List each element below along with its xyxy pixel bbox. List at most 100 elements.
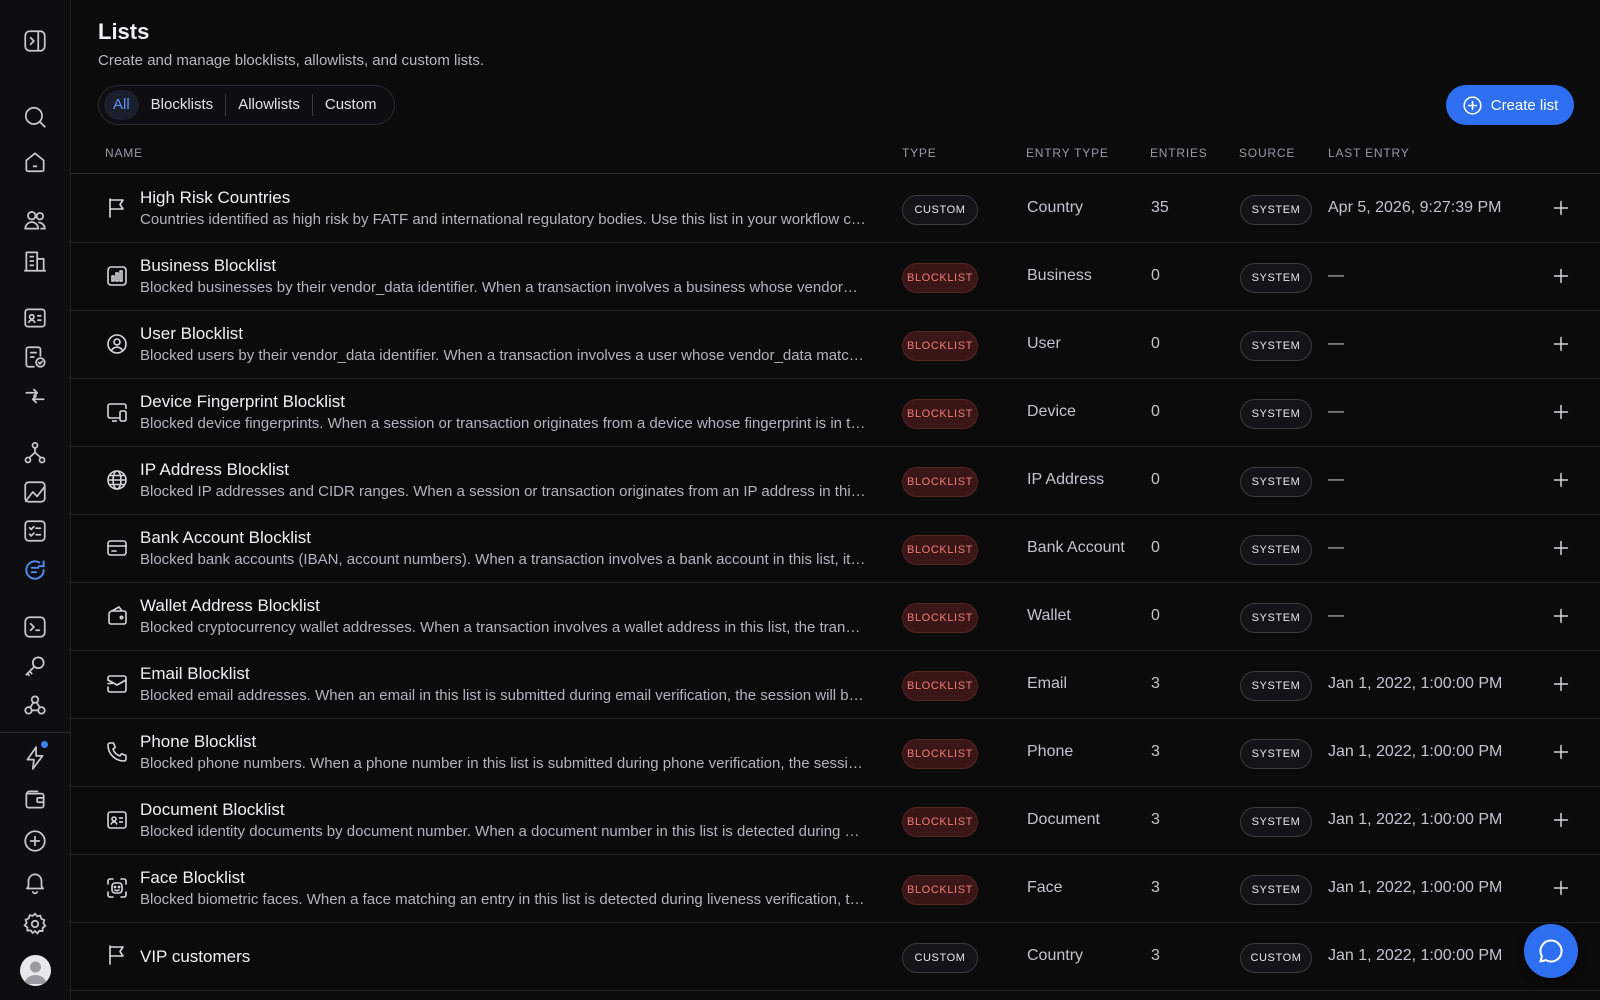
- list-name[interactable]: Face Blocklist: [140, 868, 245, 888]
- list-name[interactable]: Device Fingerprint Blocklist: [140, 392, 345, 412]
- transfer-arrows-icon[interactable]: [22, 383, 48, 409]
- list-filter-tabs: All Blocklists Allowlists Custom: [98, 85, 395, 125]
- last-entry: —: [1328, 539, 1344, 556]
- entry-type: Country: [1027, 199, 1084, 216]
- list-name[interactable]: Phone Blocklist: [140, 732, 256, 752]
- sidebar-toggle-icon[interactable]: [22, 28, 48, 54]
- source-badge: SYSTEM: [1240, 603, 1312, 633]
- column-header-entry-type[interactable]: ENTRY TYPE: [1026, 146, 1109, 160]
- entry-type: Document: [1027, 811, 1100, 828]
- last-entry: —: [1328, 267, 1344, 284]
- key-icon[interactable]: [22, 653, 48, 679]
- add-entry-icon[interactable]: [1550, 537, 1572, 559]
- add-entry-icon[interactable]: [1550, 197, 1572, 219]
- filter-tab-custom[interactable]: Custom: [313, 90, 389, 120]
- table-row[interactable]: High Risk Countries Countries identified …: [71, 175, 1600, 243]
- chat-button[interactable]: [1524, 924, 1578, 978]
- table-row[interactable]: VIP customers CUSTOM Country 3 CUSTOM Jan 1, …: [71, 923, 1600, 991]
- table-row[interactable]: Bank Account Blocklist Blocked bank accou…: [71, 515, 1600, 583]
- checklist-icon[interactable]: [22, 518, 48, 544]
- list-name[interactable]: Wallet Address Blocklist: [140, 596, 320, 616]
- search-icon[interactable]: [22, 104, 48, 130]
- avatar[interactable]: [20, 955, 51, 986]
- entry-type: Face: [1027, 879, 1063, 896]
- last-entry: Jan 1, 2022, 1:00:00 PM: [1328, 947, 1503, 964]
- wallet-icon[interactable]: [22, 786, 48, 812]
- add-entry-icon[interactable]: [1550, 673, 1572, 695]
- list-name[interactable]: Email Blocklist: [140, 664, 250, 684]
- entry-type: IP Address: [1027, 471, 1105, 488]
- notification-dot: [40, 740, 49, 749]
- entry-type: Email: [1027, 675, 1068, 692]
- gear-icon[interactable]: [22, 911, 48, 937]
- terminal-icon[interactable]: [22, 614, 48, 640]
- create-list-button[interactable]: Create list: [1446, 85, 1574, 125]
- list-name[interactable]: IP Address Blocklist: [140, 460, 289, 480]
- add-entry-icon[interactable]: [1550, 469, 1572, 491]
- column-header-last-entry[interactable]: LAST ENTRY: [1328, 146, 1410, 160]
- plus-circle-icon[interactable]: [22, 828, 48, 854]
- list-name[interactable]: User Blocklist: [140, 324, 243, 344]
- add-entry-icon[interactable]: [1550, 741, 1572, 763]
- entries-count: 0: [1151, 267, 1160, 284]
- user-circle-icon: [105, 332, 129, 356]
- list-description: Blocked bank accounts (IBAN, account num…: [140, 551, 866, 568]
- lists-icon[interactable]: [22, 557, 48, 583]
- source-badge: SYSTEM: [1240, 535, 1312, 565]
- entries-count: 3: [1151, 675, 1160, 692]
- entries-count: 0: [1151, 539, 1160, 556]
- add-entry-icon[interactable]: [1550, 809, 1572, 831]
- table-row[interactable]: Email Blocklist Blocked email addresses. …: [71, 651, 1600, 719]
- table-row[interactable]: Device Fingerprint Blocklist Blocked devi…: [71, 379, 1600, 447]
- table-row[interactable]: User Blocklist Blocked users by their ven…: [71, 311, 1600, 379]
- column-header-entries[interactable]: ENTRIES: [1150, 146, 1208, 160]
- type-badge: CUSTOM: [902, 195, 978, 225]
- table-row[interactable]: Phone Blocklist Blocked phone numbers. Wh…: [71, 719, 1600, 787]
- last-entry: Jan 1, 2022, 1:00:00 PM: [1328, 743, 1503, 760]
- id-card-icon: [105, 808, 129, 832]
- analytics-icon[interactable]: [22, 479, 48, 505]
- entries-count: 0: [1151, 335, 1160, 352]
- list-description: Blocked phone numbers. When a phone numb…: [140, 755, 866, 772]
- last-entry: —: [1328, 607, 1344, 624]
- list-name[interactable]: High Risk Countries: [140, 188, 290, 208]
- add-entry-icon[interactable]: [1550, 401, 1572, 423]
- add-entry-icon[interactable]: [1550, 877, 1572, 899]
- lightning-icon[interactable]: [22, 740, 49, 771]
- document-check-icon[interactable]: [22, 344, 48, 370]
- webhook-icon[interactable]: [22, 692, 48, 718]
- filter-tab-blocklists[interactable]: Blocklists: [139, 90, 226, 120]
- filter-tab-allowlists[interactable]: Allowlists: [226, 90, 312, 120]
- add-entry-icon[interactable]: [1550, 605, 1572, 627]
- source-badge: CUSTOM: [1240, 943, 1312, 973]
- sidebar-divider: [0, 732, 71, 733]
- column-header-source[interactable]: SOURCE: [1239, 146, 1295, 160]
- last-entry: —: [1328, 335, 1344, 352]
- add-entry-icon[interactable]: [1550, 333, 1572, 355]
- bell-icon[interactable]: [22, 869, 48, 895]
- table-row[interactable]: Wallet Address Blocklist Blocked cryptocu…: [71, 583, 1600, 651]
- id-card-icon[interactable]: [22, 305, 48, 331]
- building-icon: [105, 264, 129, 288]
- users-icon[interactable]: [22, 207, 48, 233]
- page-title: Lists: [98, 19, 150, 44]
- column-header-type[interactable]: TYPE: [902, 146, 937, 160]
- add-entry-icon[interactable]: [1550, 265, 1572, 287]
- home-icon[interactable]: [22, 149, 48, 175]
- filter-tab-all[interactable]: All: [104, 90, 139, 120]
- entries-count: 0: [1151, 607, 1160, 624]
- table-row[interactable]: Document Blocklist Blocked identity docum…: [71, 787, 1600, 855]
- table-row[interactable]: IP Address Blocklist Blocked IP addresses…: [71, 447, 1600, 515]
- list-description: Blocked businesses by their vendor_data …: [140, 279, 866, 296]
- list-name[interactable]: Business Blocklist: [140, 256, 276, 276]
- list-name[interactable]: Bank Account Blocklist: [140, 528, 311, 548]
- table-row[interactable]: Business Blocklist Blocked businesses by …: [71, 243, 1600, 311]
- workflow-icon[interactable]: [22, 440, 48, 466]
- phone-icon: [105, 740, 129, 764]
- column-header-name[interactable]: NAME: [105, 146, 143, 160]
- list-name[interactable]: VIP customers: [140, 947, 250, 967]
- list-name[interactable]: Document Blocklist: [140, 800, 285, 820]
- type-badge: CUSTOM: [902, 943, 978, 973]
- building-icon[interactable]: [22, 248, 48, 274]
- table-row[interactable]: Face Blocklist Blocked biometric faces. W…: [71, 855, 1600, 923]
